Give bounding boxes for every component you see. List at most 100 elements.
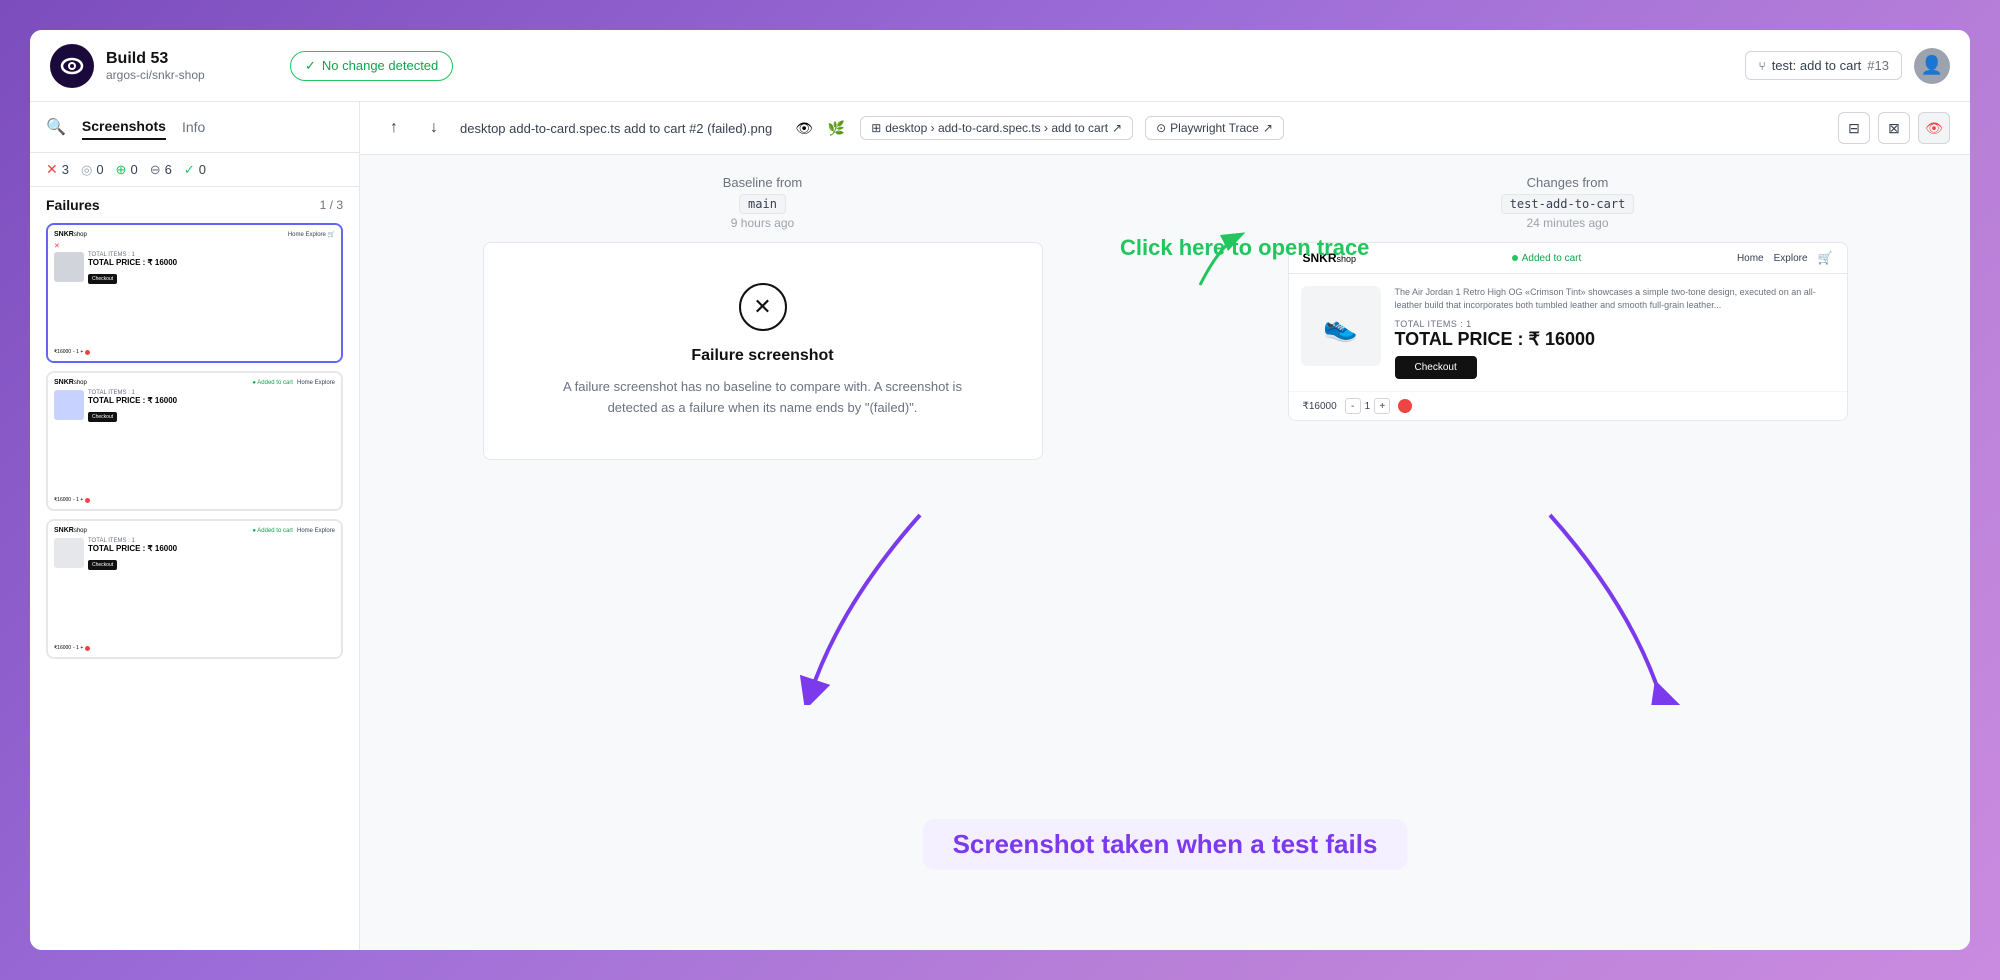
failure-card: ✕ Failure screenshot A failure screensho… [483, 242, 1043, 460]
panel-right: Changes from test-add-to-cart 24 minutes… [1165, 155, 1970, 950]
viewer-content: Baseline from main 9 hours ago ✕ Failure… [360, 155, 1970, 950]
test-badge-number: #13 [1867, 58, 1889, 73]
total-items-label: TOTAL ITEMS : 1 [1395, 319, 1835, 329]
filter-added[interactable]: ⊕ 0 [116, 162, 138, 178]
x-circle-icon: ✕ [46, 161, 58, 178]
diff-view-button[interactable]: ⊠ [1878, 112, 1910, 144]
qty-controls: - 1 + [1345, 398, 1391, 414]
breadcrumb-text: desktop › add-to-card.spec.ts › add to c… [885, 121, 1108, 135]
baseline-time: 9 hours ago [731, 216, 794, 230]
product-description: The Air Jordan 1 Retro High OG «Crimson … [1395, 286, 1835, 311]
test-badge-label: test: add to cart [1772, 58, 1862, 73]
filter-removed[interactable]: ⊖ 6 [150, 162, 172, 178]
qty-value: 1 [1365, 401, 1371, 412]
changes-time: 24 minutes ago [1526, 216, 1608, 230]
branch-icon: ⑂ [1758, 59, 1765, 73]
failures-title: Failures [46, 197, 100, 213]
nav-home[interactable]: Home [1737, 253, 1764, 264]
user-avatar[interactable]: 👤 [1914, 48, 1950, 84]
checkout-button[interactable]: Checkout [1395, 356, 1477, 379]
plus-circle-icon: ⊕ [116, 162, 127, 178]
file-icon: ⊞ [871, 121, 881, 135]
delete-item-button[interactable] [1398, 399, 1412, 413]
header: Build 53 argos-ci/snkr-shop ✓ No change … [30, 30, 1970, 102]
filter-unchanged[interactable]: ✓ 0 [184, 162, 206, 178]
playwright-icon: ⊙ [1156, 121, 1166, 135]
snkr-details: The Air Jordan 1 Retro High OG «Crimson … [1395, 286, 1835, 379]
total-price: TOTAL PRICE : ₹ 16000 [1395, 329, 1835, 350]
snkr-body: 👟 The Air Jordan 1 Retro High OG «Crimso… [1289, 274, 1847, 391]
failures-pagination: 1 / 3 [320, 198, 343, 212]
build-subtitle: argos-ci/snkr-shop [106, 68, 205, 82]
filter-failures[interactable]: ✕ 3 [46, 161, 69, 178]
failure-x-icon: ✕ [739, 283, 787, 331]
breadcrumb-link[interactable]: ⊞ desktop › add-to-card.spec.ts › add to… [860, 116, 1133, 140]
added-to-cart-badge: Added to cart [1512, 253, 1581, 264]
argos-logo[interactable] [50, 44, 94, 88]
no-change-label: No change detected [322, 58, 438, 73]
failure-desc: A failure screenshot has no baseline to … [563, 377, 963, 419]
panel-left: Baseline from main 9 hours ago ✕ Failure… [360, 155, 1165, 950]
sidebar-filters: ✕ 3 ◎ 0 ⊕ 0 ⊖ 6 ✓ 0 [30, 153, 359, 187]
viewer-filename: desktop add-to-card.spec.ts add to cart … [460, 121, 772, 136]
snkr-screenshot-card: SNKRshop Added to cart Home Explore 🛒 [1288, 242, 1848, 421]
test-badge[interactable]: ⑂ test: add to cart #13 [1745, 51, 1902, 80]
header-right: ⑂ test: add to cart #13 👤 [1745, 48, 1950, 84]
playwright-trace-label: Playwright Trace [1170, 121, 1259, 135]
no-change-badge: ✓ No change detected [290, 51, 453, 81]
app-container: Build 53 argos-ci/snkr-shop ✓ No change … [30, 30, 1970, 950]
failures-section: Failures 1 / 3 SNKRshop Home Explore 🛒 ✕ [30, 187, 359, 669]
next-button[interactable]: ↓ [420, 114, 448, 142]
filter-added-count: 0 [130, 162, 137, 177]
filter-skipped[interactable]: ◎ 0 [81, 162, 104, 178]
cart-icon[interactable]: 🛒 [1818, 251, 1833, 265]
prev-button[interactable]: ↑ [380, 114, 408, 142]
snkr-logo: SNKRshop [1303, 251, 1357, 265]
tab-info[interactable]: Info [182, 115, 205, 139]
baseline-branch: main [739, 194, 786, 214]
logo-area: Build 53 argos-ci/snkr-shop [50, 44, 270, 88]
minus-circle-icon: ⊖ [150, 162, 161, 178]
filter-failures-count: 3 [62, 162, 69, 177]
tab-screenshots[interactable]: Screenshots [82, 114, 166, 140]
failure-title: Failure screenshot [691, 347, 833, 365]
screenshot-list: SNKRshop Home Explore 🛒 ✕ TOTAL ITEMS : … [46, 223, 343, 659]
viewer-actions: 👁 🌿 [792, 116, 848, 140]
qty-increase[interactable]: + [1374, 398, 1390, 414]
filter-skipped-count: 0 [96, 162, 103, 177]
green-dot [1512, 255, 1518, 261]
snkr-footer: ₹16000 - 1 + [1289, 391, 1847, 420]
list-item[interactable]: SNKRshop ● Added to cart Home Explore TO… [46, 519, 343, 659]
build-title: Build 53 [106, 50, 205, 68]
changes-label: Changes from [1527, 175, 1609, 190]
added-badge-text: Added to cart [1522, 253, 1581, 264]
sidebar-tabs: 🔍 Screenshots Info [30, 102, 359, 153]
split-view-button[interactable]: ⊟ [1838, 112, 1870, 144]
qty-decrease[interactable]: - [1345, 398, 1361, 414]
check-circle-icon: ✓ [305, 58, 316, 74]
overlay-view-button[interactable]: 👁 [1918, 112, 1950, 144]
filter-unchanged-count: 0 [199, 162, 206, 177]
failures-header: Failures 1 / 3 [46, 197, 343, 213]
list-item[interactable]: SNKRshop ● Added to cart Home Explore TO… [46, 371, 343, 511]
shoe-image: 👟 [1301, 286, 1381, 366]
nav-explore[interactable]: Explore [1774, 253, 1808, 264]
search-icon[interactable]: 🔍 [46, 117, 66, 137]
list-item[interactable]: SNKRshop Home Explore 🛒 ✕ TOTAL ITEMS : … [46, 223, 343, 363]
filter-removed-count: 6 [165, 162, 172, 177]
viewer: ↑ ↓ desktop add-to-card.spec.ts add to c… [360, 102, 1970, 950]
plant-icon[interactable]: 🌿 [824, 116, 848, 140]
snkr-nav: Home Explore 🛒 [1737, 251, 1833, 265]
baseline-label: Baseline from [723, 175, 802, 190]
circle-icon: ◎ [81, 162, 92, 178]
viewer-toolbar-right: ⊟ ⊠ 👁 [1838, 112, 1950, 144]
viewer-toolbar: ↑ ↓ desktop add-to-card.spec.ts add to c… [360, 102, 1970, 155]
playwright-trace-link[interactable]: ⊙ Playwright Trace ↗ [1145, 116, 1284, 140]
external-link-icon-2: ↗ [1263, 121, 1273, 135]
changes-branch: test-add-to-cart [1501, 194, 1635, 214]
sidebar: 🔍 Screenshots Info ✕ 3 ◎ 0 ⊕ 0 ⊖ [30, 102, 360, 950]
external-link-icon: ↗ [1112, 121, 1122, 135]
snkr-header: SNKRshop Added to cart Home Explore 🛒 [1289, 243, 1847, 274]
eye-icon[interactable]: 👁 [792, 116, 816, 140]
main-content: 🔍 Screenshots Info ✕ 3 ◎ 0 ⊕ 0 ⊖ [30, 102, 1970, 950]
